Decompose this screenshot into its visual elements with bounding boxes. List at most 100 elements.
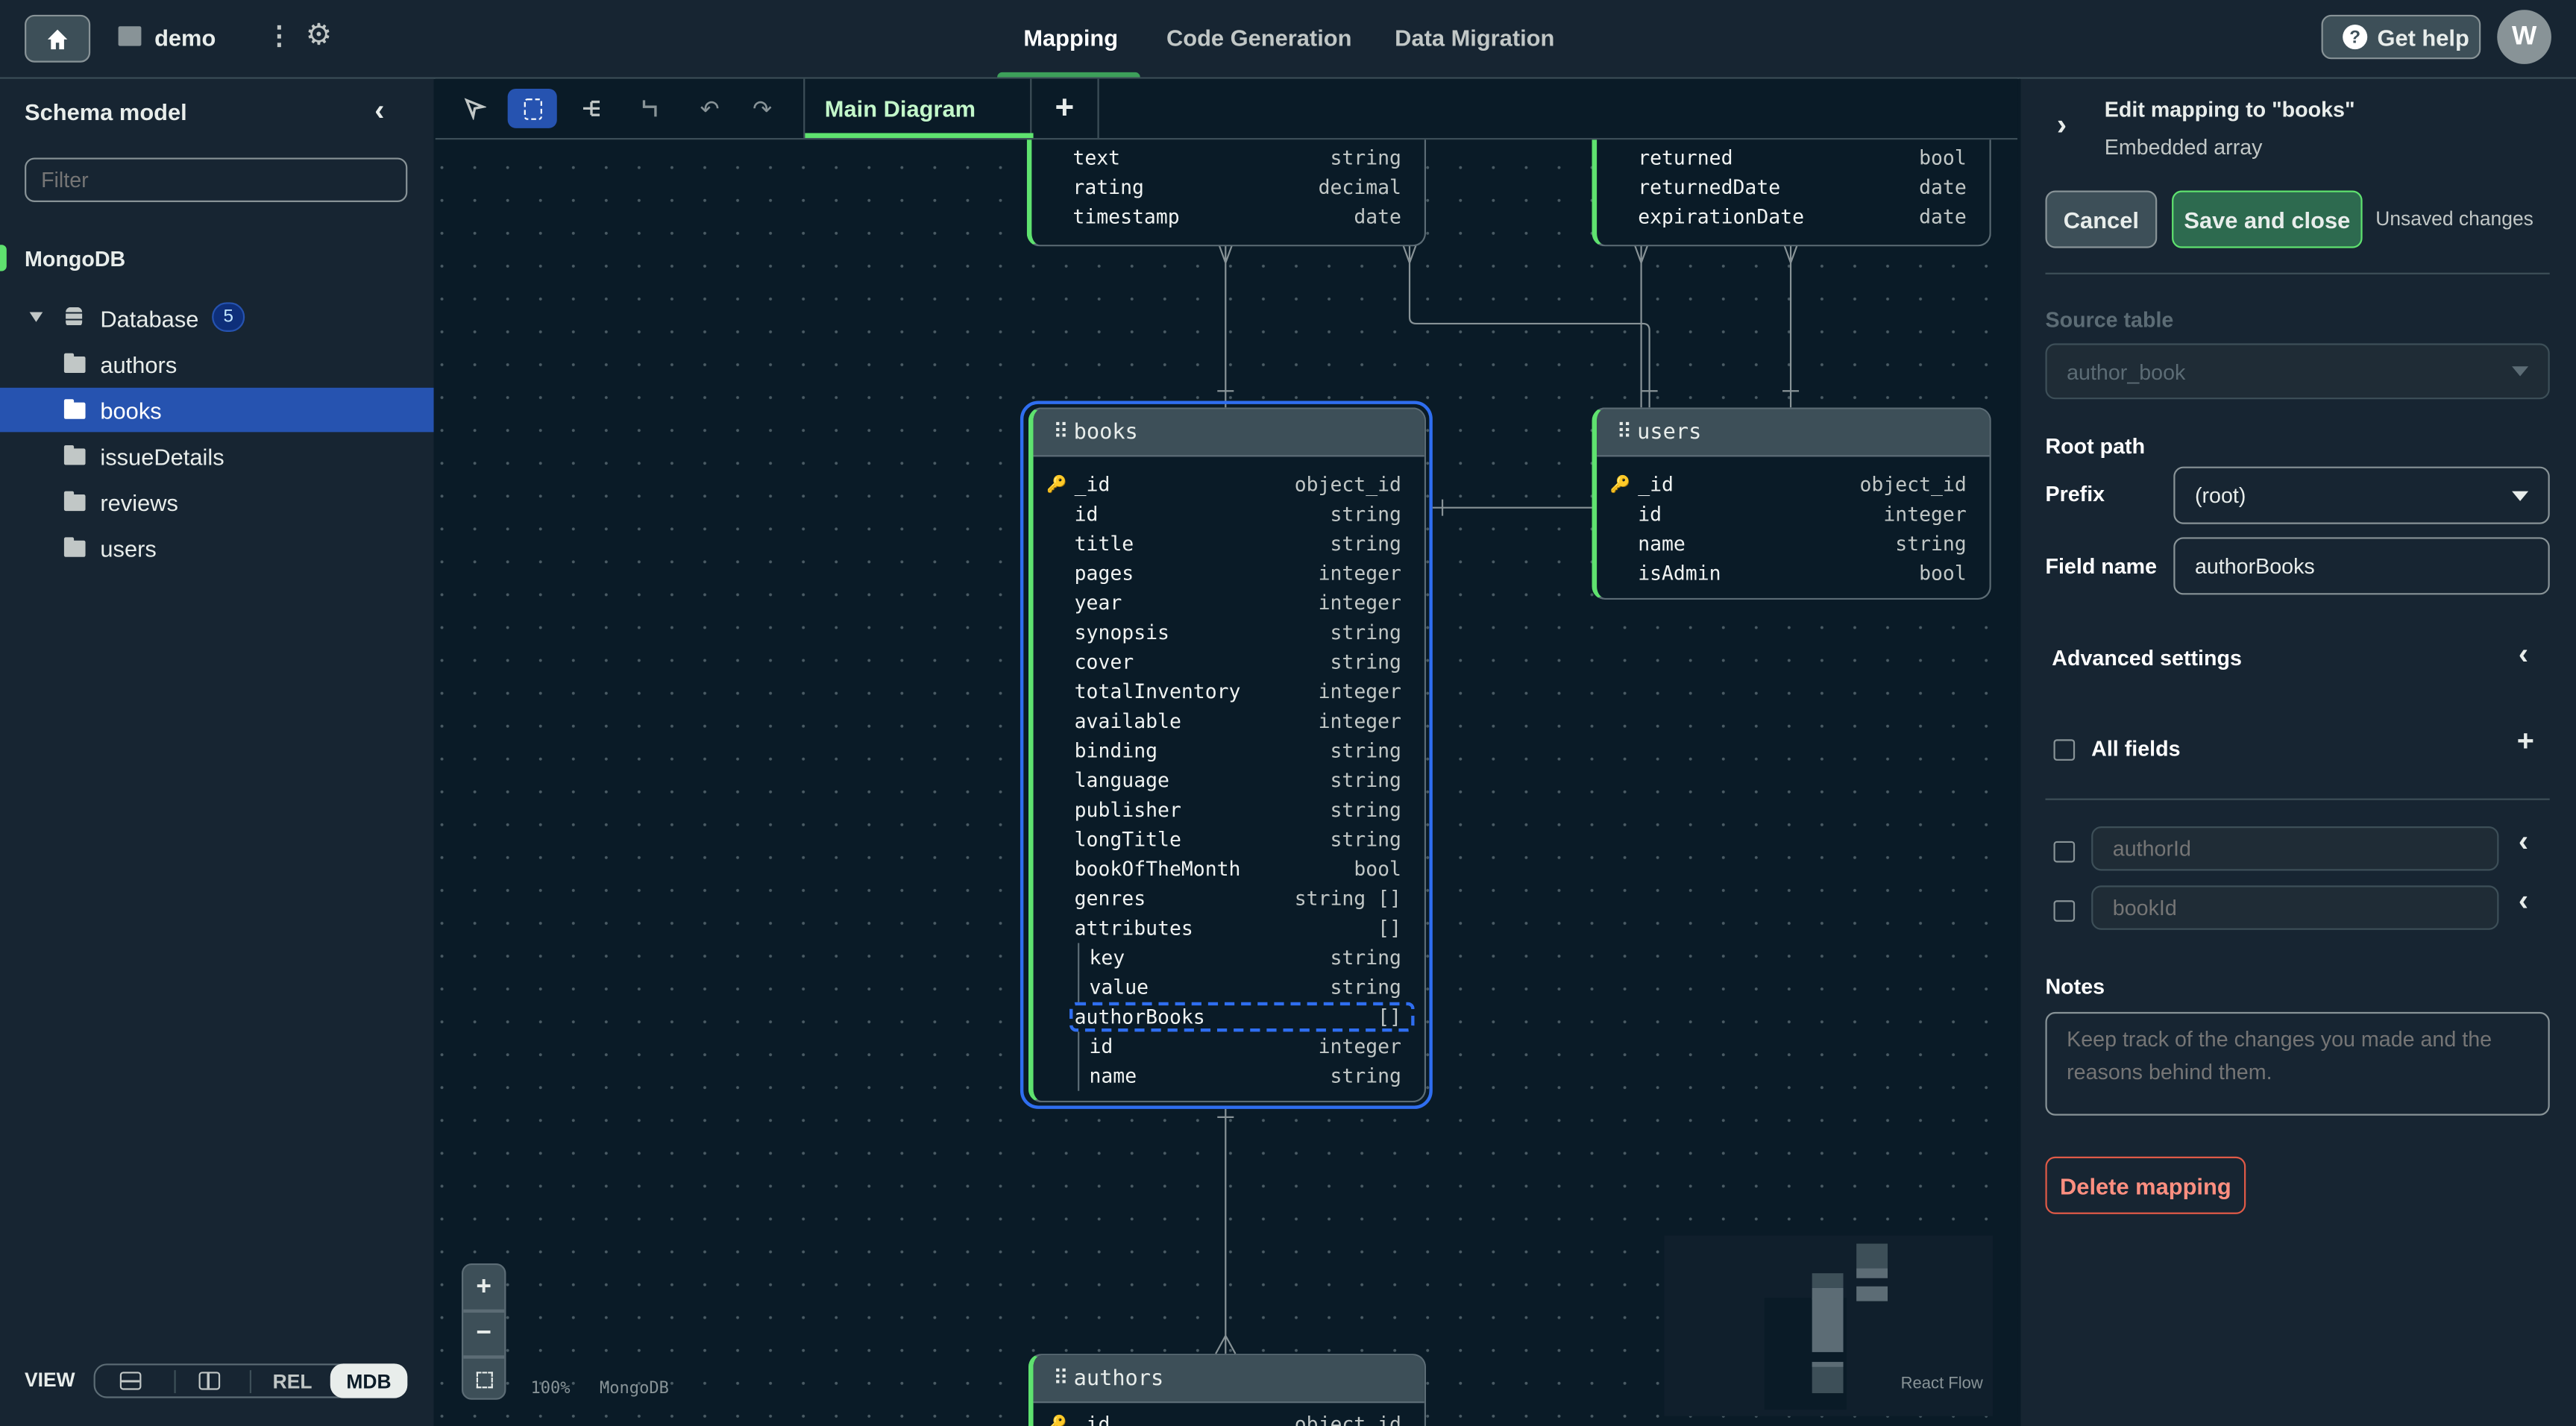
field-name: genres [1074,887,1146,911]
field-name: key [1089,946,1125,970]
field-row[interactable]: key string [1034,943,1424,973]
field-row[interactable]: cover string [1034,647,1424,677]
delete-mapping-button[interactable]: Delete mapping [2045,1156,2246,1214]
field-row[interactable]: attributes [] [1034,914,1424,943]
chevron-down-icon [2512,490,2529,500]
field-row[interactable]: value string [1034,973,1424,1002]
field-row[interactable]: id integer [1034,1031,1424,1062]
mapping-field-input[interactable] [2091,885,2499,930]
field-row[interactable]: rating decimal [1031,172,1424,202]
field-name-input[interactable] [2173,537,2550,595]
field-type: object_id [1294,1413,1401,1426]
cancel-button[interactable]: Cancel [2045,190,2158,248]
field-row[interactable]: id integer [1597,500,1989,530]
field-name: returned [1638,146,1733,169]
field-row[interactable]: language string [1034,766,1424,796]
field-name: name [1638,532,1686,556]
undo-icon[interactable]: ↶ [685,89,735,128]
field-row[interactable]: 🔑 _id object_id [1034,470,1424,500]
field-type: bool [1354,857,1401,881]
field-row[interactable]: returned bool [1597,143,1989,173]
field-row[interactable]: pages integer [1034,559,1424,588]
field-row[interactable]: authorBooks[] [1034,1002,1424,1032]
all-fields-checkbox[interactable] [2053,739,2076,761]
mapping-field-input[interactable] [2091,826,2499,871]
drag-handle-icon[interactable]: ⠿ [1053,1366,1069,1391]
add-diagram-button[interactable]: + [1031,78,1099,139]
advanced-settings-toggle[interactable]: Advanced settings [2052,646,2242,670]
database-type-label: MongoDB [600,1380,669,1398]
fullscreen-icon [475,1372,492,1389]
field-type: string [1330,1064,1401,1088]
field-row[interactable]: timestamp date [1031,202,1424,232]
zoom-level: 100% [530,1380,571,1398]
connector-tool-icon[interactable] [626,89,675,128]
field-row[interactable]: isAdmin bool [1597,559,1989,588]
field-type: date [1354,205,1401,229]
field-row[interactable]: longTitle string [1034,825,1424,855]
select-box-tool-icon[interactable] [507,88,557,128]
redo-icon[interactable]: ↷ [738,89,787,128]
field-row[interactable]: title string [1034,529,1424,559]
field-row[interactable]: synopsis string [1034,618,1424,647]
table-header[interactable]: ⠿ users [1597,409,1990,457]
zoom-controls: + − [461,1263,506,1400]
field-name: synopsis [1074,621,1169,644]
field-row[interactable]: bookOfTheMonth bool [1034,854,1424,884]
field-row[interactable]: binding string [1034,736,1424,766]
field-row[interactable]: name string [1034,1061,1424,1091]
field-type: [] [1377,917,1401,940]
collapse-panel-icon[interactable]: › [2057,108,2067,142]
auto-layout-tool-icon[interactable] [567,89,616,128]
react-flow-attribution[interactable]: React Flow [1901,1375,1983,1393]
field-row[interactable]: year integer [1034,588,1424,618]
field-checkbox[interactable] [2053,900,2076,922]
drag-handle-icon[interactable]: ⠿ [1053,420,1069,445]
prefix-select[interactable]: (root) [2173,466,2550,524]
save-and-close-button[interactable]: Save and close [2172,190,2363,248]
zoom-in-button[interactable]: + [463,1265,505,1313]
fit-view-button[interactable] [463,1359,504,1398]
field-row[interactable]: id string [1034,500,1424,530]
chevron-left-icon[interactable]: ‹ [2519,825,2528,859]
tab-main-diagram[interactable]: Main Diagram [803,78,1034,139]
field-row[interactable]: 🔑 _id object_id [1597,470,1989,500]
table-books[interactable]: ⠿ books 🔑 _id object_id id string title string pa… [1028,407,1427,1103]
field-type: string [1895,532,1967,556]
table-users[interactable]: ⠿ users 🔑 _id object_id id integer name string is… [1592,407,1991,600]
nesting-guide [1078,1061,1080,1091]
table-name: books [1073,419,1138,445]
table-header[interactable]: ⠿ authors [1033,1355,1424,1404]
field-type: integer [1318,591,1401,615]
field-row[interactable]: available integer [1034,706,1424,736]
field-row[interactable]: totalInventory integer [1034,677,1424,707]
unsaved-status: Unsaved changes [2375,207,2533,230]
chevron-left-icon[interactable]: ‹ [2519,638,2528,672]
field-row[interactable]: 🔑 _id object_id [1034,1410,1424,1426]
field-row[interactable]: name string [1597,529,1989,559]
field-row[interactable]: text string [1031,143,1424,173]
drag-handle-icon[interactable]: ⠿ [1617,420,1633,445]
add-field-button[interactable]: + [2517,724,2534,758]
chevron-left-icon[interactable]: ‹ [2519,884,2528,918]
field-name: title [1074,532,1134,556]
field-type: integer [1883,503,1967,526]
field-name: isAdmin [1638,562,1721,585]
field-checkbox[interactable] [2053,841,2076,863]
field-name: cover [1074,650,1134,674]
table-authors[interactable]: ⠿ authors 🔑 _id object_id [1028,1354,1427,1426]
minimap[interactable]: React Flow [1664,1235,1993,1416]
field-type: date [1919,205,1967,229]
field-name-label: Field name [2045,553,2158,579]
zoom-out-button[interactable]: − [463,1313,505,1359]
minimap-node [1812,1273,1844,1288]
pointer-tool-icon[interactable] [450,89,500,128]
field-row[interactable]: publisher string [1034,795,1424,825]
field-row[interactable]: genres string [] [1034,884,1424,914]
notes-textarea[interactable] [2045,1011,2550,1116]
field-type: string [1330,828,1401,852]
field-row[interactable]: expirationDate date [1597,202,1989,232]
table-header[interactable]: ⠿ books [1033,409,1424,457]
field-row[interactable]: returnedDate date [1597,172,1989,202]
field-type: date [1919,175,1967,199]
